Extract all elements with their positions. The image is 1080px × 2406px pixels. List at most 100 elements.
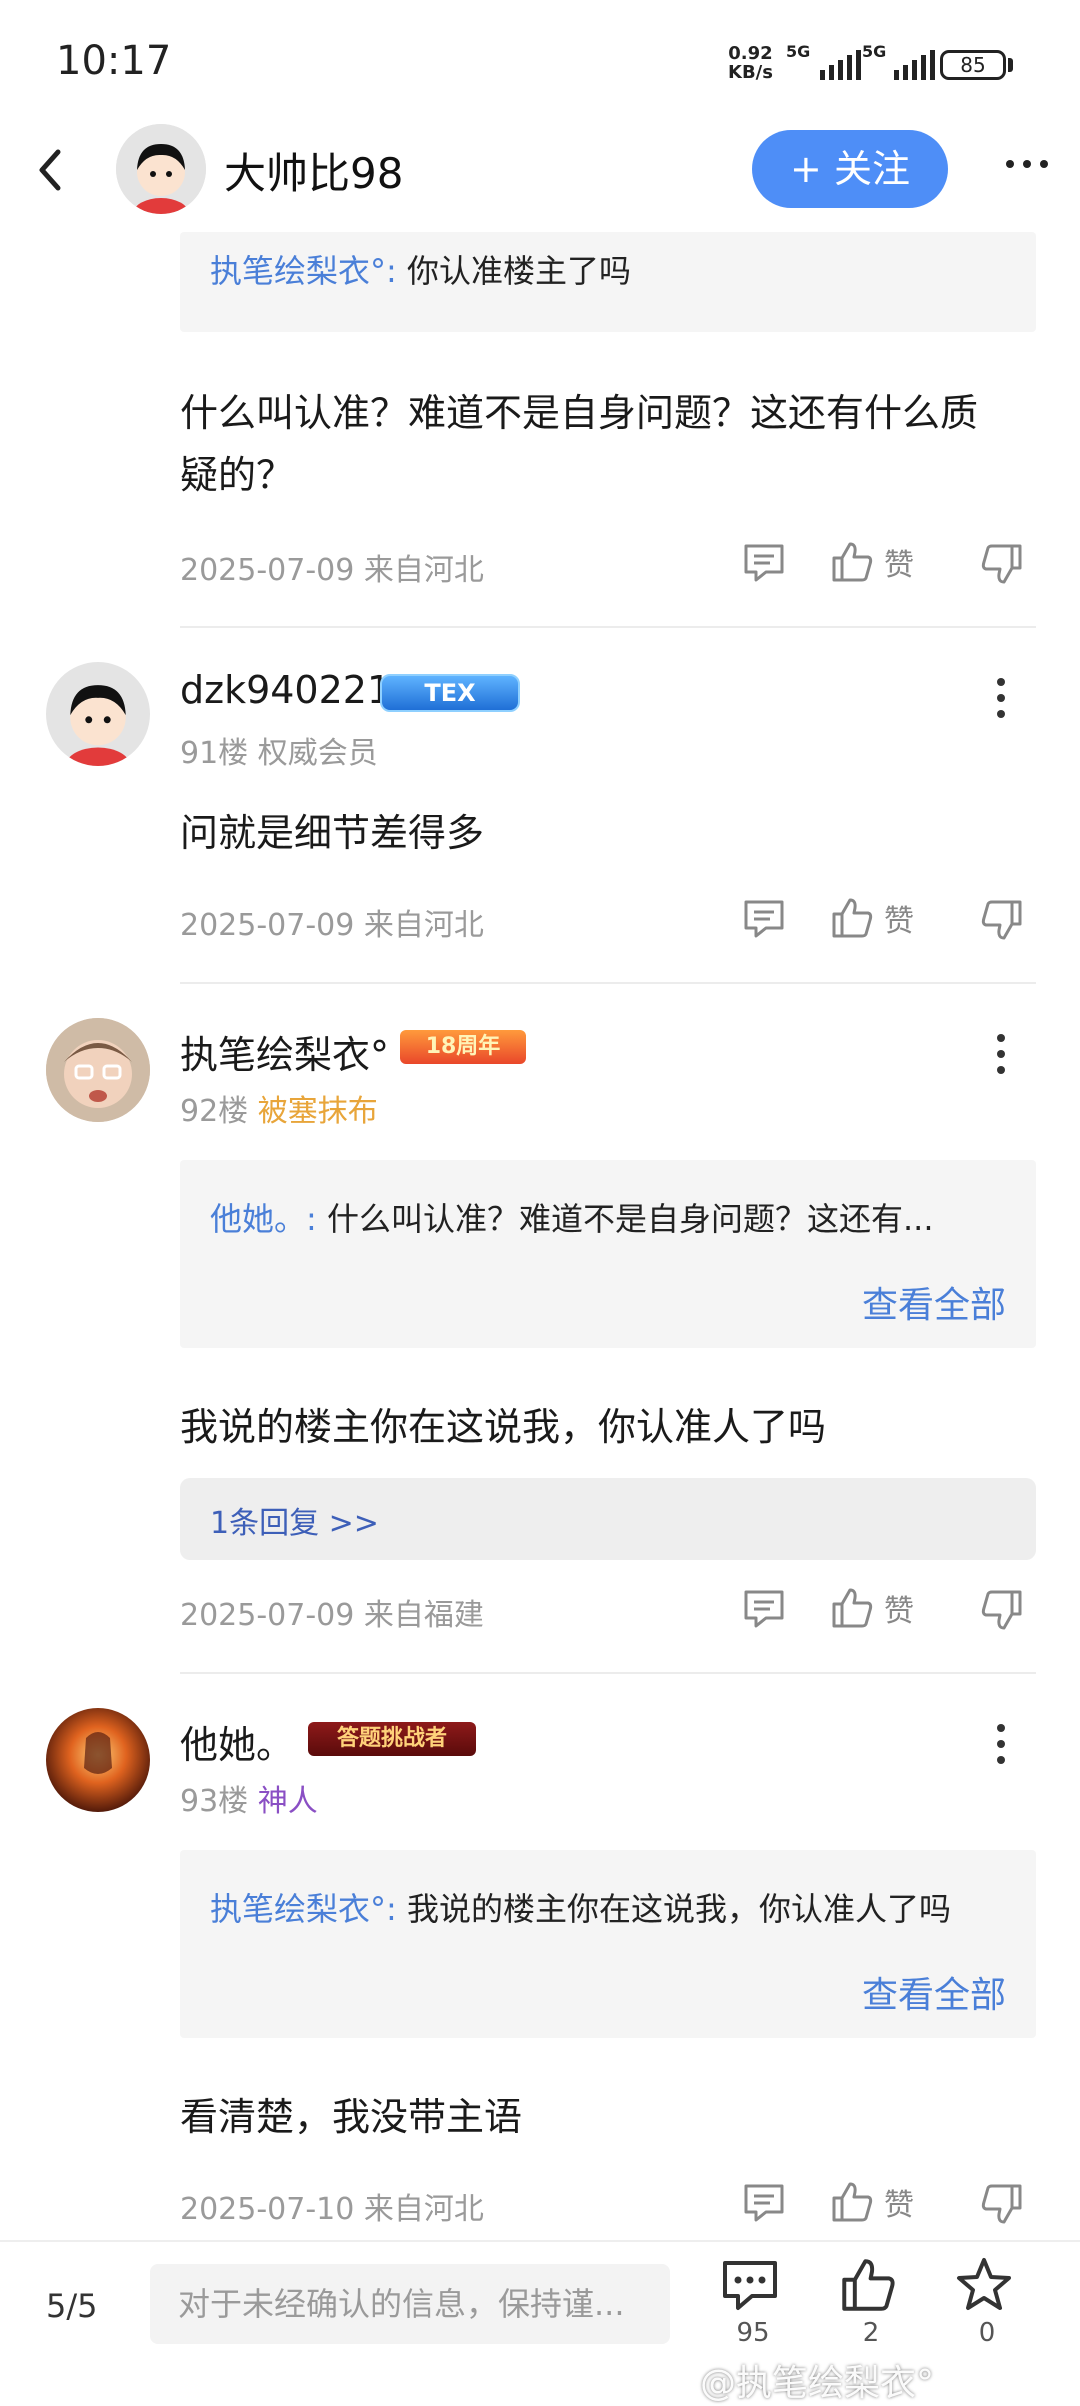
sim2-signal-icon: 5G <box>862 42 886 61</box>
comments-count: 95 <box>736 2318 770 2348</box>
like-button[interactable]: 赞 <box>830 540 914 584</box>
comment-icon <box>723 2261 777 2310</box>
thumbs-up-icon <box>832 1588 873 1628</box>
header-avatar[interactable] <box>116 124 206 214</box>
divider <box>180 982 1036 984</box>
post-text: 看清楚，我没带主语 <box>180 2095 523 2139</box>
star-icon <box>957 2258 1011 2310</box>
like-button[interactable]: 赞 <box>830 2180 914 2224</box>
quote-text: 我说的楼主你在这说我，你认准人了吗 <box>406 1890 951 1928</box>
like-label: 赞 <box>884 548 914 583</box>
post-text: 我说的楼主你在这说我，你认准人了吗 <box>180 1405 827 1449</box>
thumbs-up-icon <box>832 898 873 938</box>
post-more-button[interactable] <box>997 1724 1005 1764</box>
post-meta: 2025-07-09 来自河北 <box>180 908 484 943</box>
likes-count: 2 <box>862 2318 880 2348</box>
comment-icon <box>744 1590 784 1628</box>
quote-author[interactable]: 他她。: <box>210 1200 317 1238</box>
header-username: 大帅比98 <box>224 149 404 198</box>
username[interactable]: 执笔绘梨衣° <box>180 1024 389 1079</box>
divider <box>180 1672 1036 1674</box>
post-meta: 2025-07-09 来自河北 <box>180 553 484 588</box>
reply-button[interactable] <box>742 542 786 588</box>
watermark: @执笔绘梨衣° <box>700 2363 935 2404</box>
view-all-link[interactable]: 查看全部 <box>862 1276 1006 1328</box>
floor-number: 93楼 <box>180 1784 249 1819</box>
net-speed-value: 0.92 <box>728 43 773 64</box>
favorite-button[interactable]: 0 <box>954 2256 1020 2348</box>
anniversary-badge: 18周年 <box>400 1030 526 1064</box>
signal-bars-icon <box>820 50 861 80</box>
avatar[interactable] <box>46 662 150 766</box>
thumbs-up-icon <box>832 2182 873 2222</box>
net-speed-unit: KB/s <box>728 62 773 83</box>
avatar[interactable] <box>46 1708 150 1812</box>
like-label: 赞 <box>884 904 914 939</box>
dislike-button[interactable] <box>980 1588 1024 1636</box>
user-title: 权威会员 <box>257 736 378 771</box>
thumbs-down-icon <box>981 1590 1022 1630</box>
view-all-link[interactable]: 查看全部 <box>862 1966 1006 2018</box>
avatar-cartoon-icon <box>116 124 206 214</box>
replies-bar[interactable]: 1条回复 >> <box>180 1478 1036 1560</box>
net-speed: 0.92 KB/s <box>728 44 773 82</box>
signal-bars-2-icon <box>894 50 935 80</box>
reply-input[interactable]: 对于未经确认的信息，保持谨... <box>150 2264 670 2344</box>
quote-box[interactable]: 他她。: 什么叫认准？难道不是自身问题？这还有... 查看全部 <box>180 1160 1036 1348</box>
divider <box>180 626 1036 628</box>
post-meta: 2025-07-10 来自河北 <box>180 2192 484 2227</box>
like-button[interactable]: 赞 <box>830 896 914 940</box>
reply-button[interactable] <box>742 2182 786 2228</box>
quote-author[interactable]: 执笔绘梨衣°: <box>210 252 397 290</box>
sim2-label: 5G <box>862 42 887 61</box>
back-arrow-icon <box>39 149 61 191</box>
like-post-button[interactable]: 2 <box>838 2256 904 2348</box>
post-text: 什么叫认准？难道不是自身问题？这还有什么质 疑的？ <box>180 382 1050 506</box>
quote-box[interactable]: 执笔绘梨衣°: 你认准楼主了吗 <box>180 232 1036 332</box>
like-label: 赞 <box>884 1594 914 1629</box>
quote-box[interactable]: 执笔绘梨衣°: 我说的楼主你在这说我，你认准人了吗 查看全部 <box>180 1850 1036 2038</box>
thumbs-up-icon <box>842 2259 895 2311</box>
thumbs-down-icon <box>981 2184 1022 2224</box>
comments-button[interactable]: 95 <box>720 2258 786 2348</box>
replies-link[interactable]: 1条回复 >> <box>210 1498 379 1542</box>
avatar[interactable] <box>46 1018 150 1122</box>
thumbs-down-icon <box>981 900 1022 940</box>
user-title: 神人 <box>257 1784 318 1819</box>
post-more-button[interactable] <box>997 1034 1005 1074</box>
username[interactable]: dzk940221 <box>180 668 391 712</box>
dislike-button[interactable] <box>980 2182 1024 2230</box>
dislike-button[interactable] <box>980 542 1024 590</box>
challenge-badge: 答题挑战者 <box>308 1722 476 1756</box>
avatar-fire-icon <box>46 1708 150 1812</box>
like-button[interactable]: 赞 <box>830 1586 914 1630</box>
quote-author[interactable]: 执笔绘梨衣°: <box>210 1890 397 1928</box>
post-text-line: 什么叫认准？难道不是自身问题？这还有什么质 <box>180 391 979 435</box>
floor-info: 93楼 神人 <box>180 1776 318 1820</box>
favorites-count: 0 <box>978 2318 996 2348</box>
status-time: 10:17 <box>56 38 172 84</box>
more-options-button[interactable] <box>1006 160 1048 168</box>
back-button[interactable] <box>30 142 70 202</box>
dislike-button[interactable] <box>980 898 1024 946</box>
bottom-bar-divider <box>0 2240 1080 2242</box>
reply-button[interactable] <box>742 898 786 944</box>
avatar-cartoon-icon <box>46 662 150 766</box>
follow-button[interactable]: + 关注 <box>752 130 948 208</box>
level-badge: TEX <box>380 674 520 712</box>
sim1-signal-icon: 5G <box>786 42 810 61</box>
thumbs-up-icon <box>832 542 873 582</box>
reply-button[interactable] <box>742 1588 786 1634</box>
comment-icon <box>744 544 784 582</box>
floor-number: 92楼 <box>180 1094 249 1129</box>
floor-number: 91楼 <box>180 736 249 771</box>
username[interactable]: 他她。 <box>180 1714 294 1769</box>
page-indicator[interactable]: 5/5 <box>46 2287 98 2325</box>
floor-info: 92楼 被塞抹布 <box>180 1086 378 1130</box>
post-more-button[interactable] <box>997 678 1005 718</box>
user-title: 被塞抹布 <box>257 1094 378 1129</box>
sim1-label: 5G <box>786 42 811 61</box>
quote-text: 你认准楼主了吗 <box>406 252 631 290</box>
like-label: 赞 <box>884 2188 914 2223</box>
post-meta: 2025-07-09 来自福建 <box>180 1598 484 1633</box>
